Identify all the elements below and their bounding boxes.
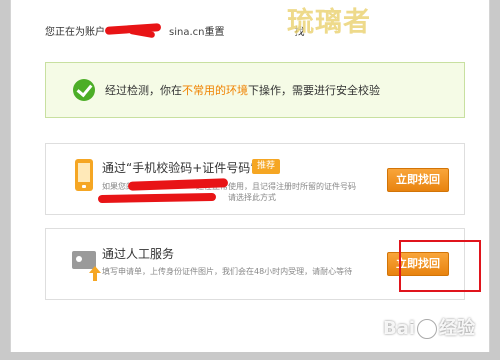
notice-text-after: 下操作，需要进行安全校验 <box>248 84 380 97</box>
option-title: 通过人工服务 <box>102 247 175 261</box>
account-line: 您正在为账户 sina.cn重置找 <box>45 23 304 38</box>
account-suffix: 重置 <box>204 27 225 38</box>
option-title: 通过“手机校验码+证件号码” <box>102 161 257 175</box>
notice-highlight: 不常用的环境 <box>182 84 248 97</box>
option-phone-id: 通过“手机校验码+证件号码” 推荐 如果您的 还在正常使用，且记得注册时所留的证件… <box>45 143 465 215</box>
option-desc: 填写申请单，上传身份证件图片，我们会在48小时内受理，请耐心等待 <box>102 267 353 276</box>
notice-text-before: 经过检测，你在 <box>105 84 182 97</box>
recommend-badge: 推荐 <box>252 159 281 174</box>
page-frame: 您正在为账户 sina.cn重置找 琉璃者 经过检测，你在不常用的环境下操作，需要… <box>10 0 490 352</box>
paw-icon <box>417 319 438 339</box>
notice-text: 经过检测，你在不常用的环境下操作，需要进行安全校验 <box>105 82 380 98</box>
baidu-text: Bai <box>383 318 416 339</box>
watermark-text: 琉璃者 <box>287 7 371 38</box>
recover-now-button[interactable]: 立即找回 <box>387 168 449 192</box>
security-notice: 经过检测，你在不常用的环境下操作，需要进行安全校验 <box>45 62 465 118</box>
upload-arrow-icon <box>89 266 101 273</box>
desc-line2: 请选择此方式 <box>228 193 276 202</box>
phone-icon <box>75 159 93 191</box>
baidu-jingyan-text: 经验 <box>439 318 476 339</box>
annotation-highlight-box <box>399 240 481 292</box>
check-icon <box>73 79 95 101</box>
account-prefix: 您正在为账户 <box>45 27 105 38</box>
baidu-watermark: Bai 经验 <box>383 314 475 340</box>
account-domain: sina.cn <box>169 27 205 38</box>
upload-arrow-stem <box>93 273 97 281</box>
